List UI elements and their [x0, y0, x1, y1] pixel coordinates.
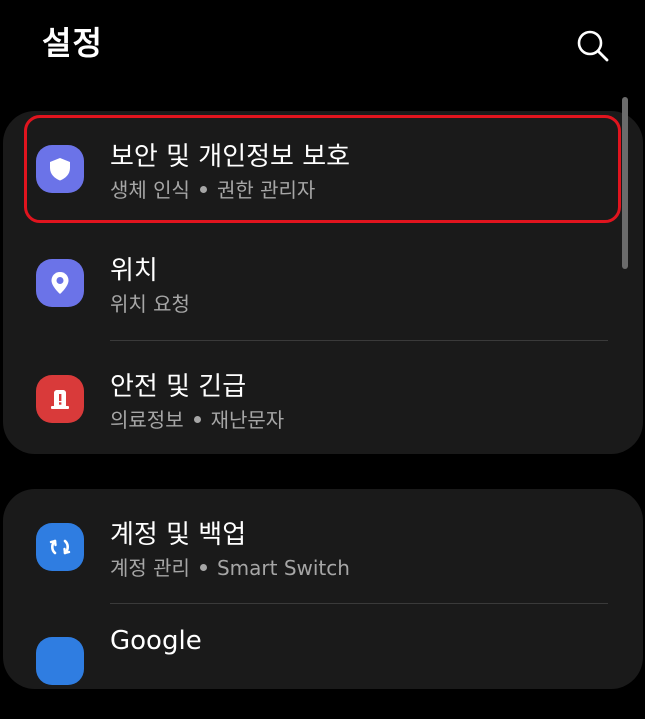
scrollbar[interactable]	[622, 97, 628, 269]
settings-item-accounts-backup[interactable]: 계정 및 백업 계정 관리 Smart Switch	[3, 489, 643, 604]
sync-icon	[36, 523, 84, 571]
location-pin-icon	[36, 259, 84, 307]
app-header: 설정	[0, 0, 645, 96]
item-title: 계정 및 백업	[110, 520, 247, 550]
item-title: 안전 및 긴급	[110, 372, 247, 402]
settings-item-safety-emergency[interactable]: 안전 및 긴급 의료정보 재난문자	[3, 341, 643, 456]
google-icon	[36, 637, 84, 685]
search-button[interactable]	[573, 26, 613, 66]
item-subtitle: 계정 관리 Smart Switch	[110, 556, 350, 580]
item-subtitle: 위치 요청	[110, 292, 190, 316]
settings-group-accounts: 계정 및 백업 계정 관리 Smart Switch Google	[3, 489, 643, 689]
selection-highlight	[24, 115, 621, 223]
emergency-icon	[36, 375, 84, 423]
item-subtitle: 의료정보 재난문자	[110, 408, 285, 432]
settings-item-location[interactable]: 위치 위치 요청	[3, 225, 643, 340]
item-title: Google	[110, 626, 202, 656]
item-title: 위치	[110, 256, 158, 286]
page-title: 설정	[42, 24, 103, 62]
search-icon	[577, 30, 609, 62]
settings-item-google[interactable]: Google	[3, 604, 643, 719]
